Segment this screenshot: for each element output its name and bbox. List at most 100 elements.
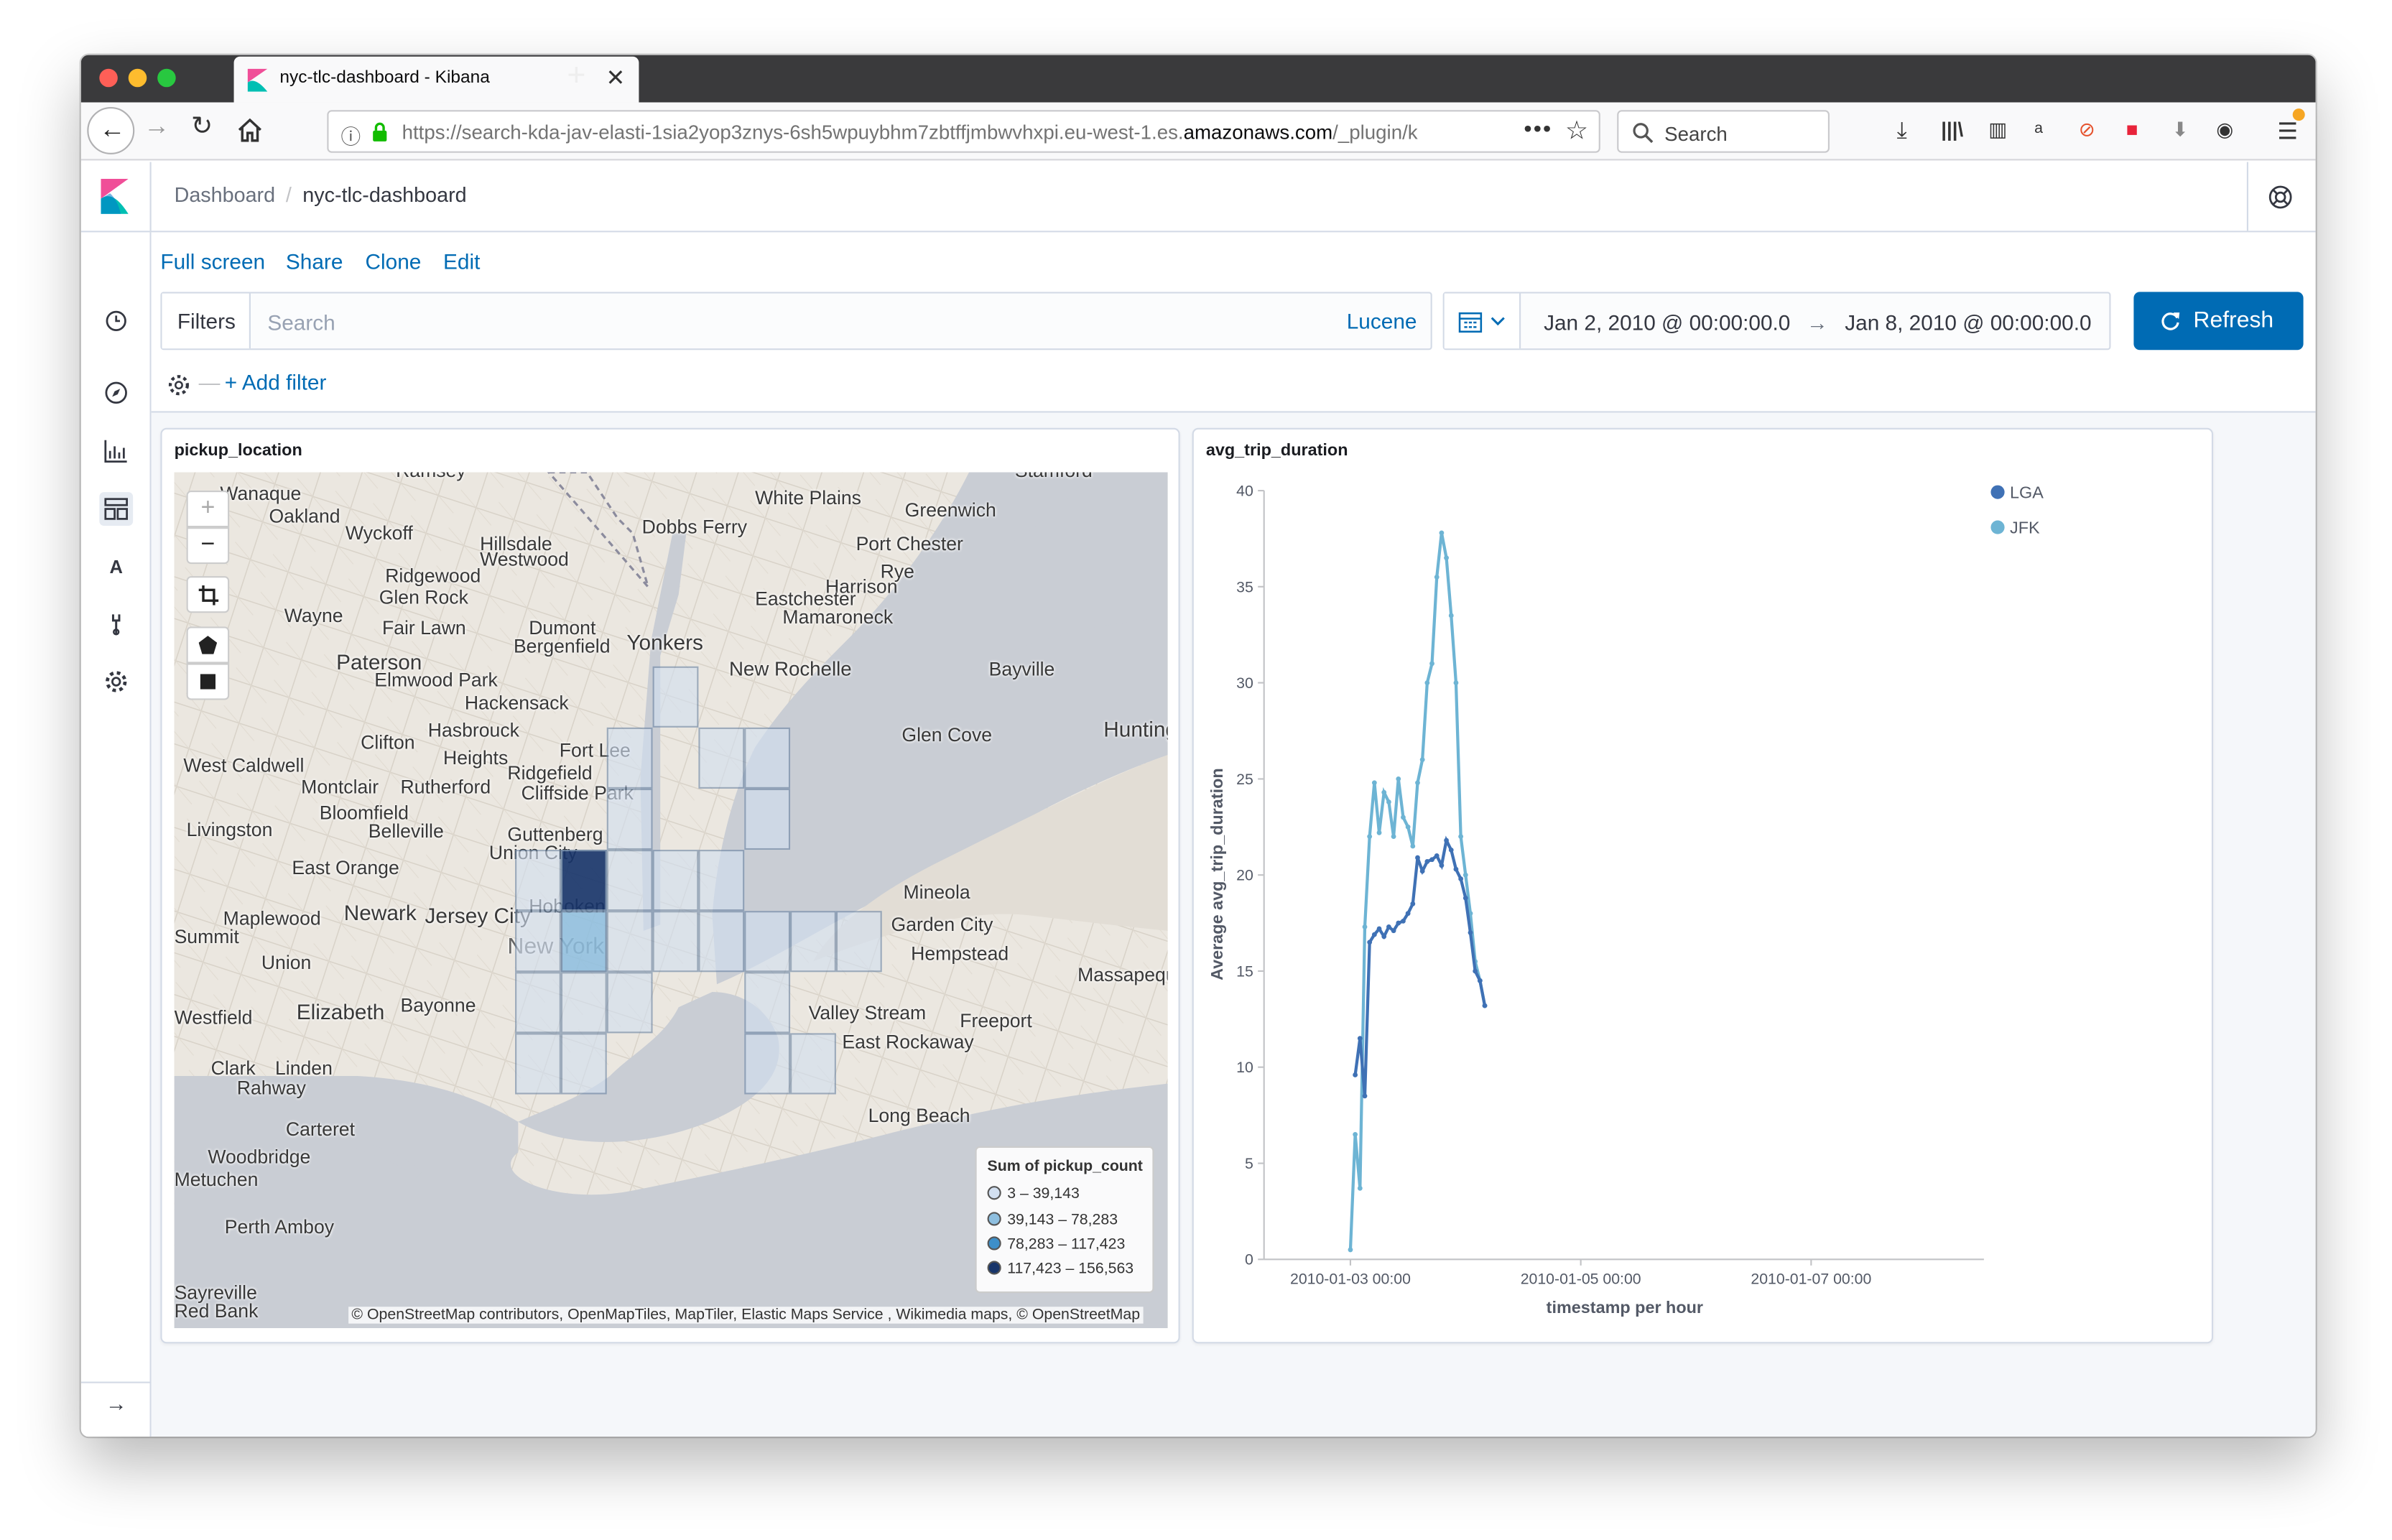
grid-cell[interactable] (560, 850, 607, 912)
map-canvas[interactable]: Ramsey Stamford White Plains Greenwich Oakla… (174, 472, 1168, 1329)
map-attribution[interactable]: © OpenStreetMap contributors, OpenMapTil… (348, 1307, 1144, 1324)
downloads-icon[interactable]: ⤓ (1897, 118, 1907, 144)
place-label: Ramsey (396, 472, 466, 481)
grid-cell[interactable] (515, 1033, 561, 1095)
grid-cell[interactable] (606, 850, 653, 912)
breadcrumb-separator: / (285, 183, 292, 207)
place-label: Port Chester (856, 533, 963, 555)
browser-search-input[interactable]: Search (1617, 110, 1830, 153)
grid-cell[interactable] (515, 972, 561, 1034)
address-bar[interactable]: ⓘ https://search-kda-jav-elasti-1sia2yop… (327, 110, 1600, 153)
map-panel-title: pickup_location (174, 441, 302, 460)
minimize-window-button[interactable] (128, 68, 147, 88)
place-label: Rye (880, 560, 914, 583)
grid-cell[interactable] (515, 850, 561, 912)
map-panel: pickup_location White Plains Greenwich O… (160, 427, 1180, 1344)
amazon-extension-icon[interactable]: a (2034, 121, 2043, 137)
nav-visualize[interactable] (99, 434, 133, 468)
nav-compass[interactable] (99, 376, 133, 409)
refresh-button[interactable]: Refresh (2133, 292, 2304, 351)
start-date[interactable]: Jan 2, 2010 @ 00:00:00.0 (1544, 310, 1790, 335)
query-language-button[interactable]: Lucene (1347, 309, 1417, 333)
data-point (1434, 575, 1440, 580)
zoom-out-icon: − (200, 532, 215, 558)
grid-cell[interactable] (606, 972, 653, 1034)
line-chart[interactable]: 0 5 10 15 20 25 30 35 40 2010-01-03 00:00 2010-01-… (1194, 430, 2215, 1345)
grid-cell[interactable] (606, 788, 653, 850)
zoom-in-button[interactable]: + (186, 491, 230, 528)
library-icon[interactable]: |||\ (1941, 118, 1963, 141)
time-picker[interactable]: Jan 2, 2010 @ 00:00:00.0 → Jan 8, 2010 @… (1442, 292, 2111, 351)
forward-button[interactable]: → (144, 111, 170, 142)
grid-cell[interactable] (652, 911, 699, 973)
query-bar[interactable]: Filters Search Lucene (160, 292, 1432, 351)
edit-link[interactable]: Edit (443, 249, 480, 274)
grid-cell[interactable] (652, 666, 699, 728)
nav-canvas[interactable]: A (99, 550, 133, 584)
header-divider (149, 162, 152, 231)
home-icon[interactable] (237, 118, 263, 142)
account-icon[interactable]: ◉ (2216, 118, 2233, 142)
close-tab-icon[interactable]: ✕ (606, 64, 626, 91)
grid-cell[interactable] (698, 850, 745, 912)
nav-discover[interactable] (99, 304, 133, 338)
nav-management[interactable] (99, 665, 133, 699)
zoom-out-button[interactable]: − (186, 527, 230, 565)
new-tab-button[interactable]: + (567, 58, 585, 95)
data-point (1391, 928, 1396, 934)
grid-cell[interactable] (698, 727, 745, 789)
download-extension-icon[interactable]: ⬇ (2172, 118, 2189, 142)
grid-cell[interactable] (744, 1033, 791, 1095)
grid-cell[interactable] (606, 911, 653, 973)
grid-cell[interactable] (560, 972, 607, 1034)
back-button[interactable]: ← (87, 106, 135, 154)
grid-cell[interactable] (652, 850, 699, 912)
grid-cell[interactable] (744, 911, 791, 973)
grid-cell[interactable] (606, 727, 653, 789)
full-screen-link[interactable]: Full screen (160, 249, 265, 274)
nav-dev-tools[interactable] (99, 607, 133, 641)
help-icon[interactable] (2268, 185, 2293, 209)
fit-bounds-button[interactable] (186, 576, 230, 613)
filter-settings-icon[interactable] (167, 373, 191, 397)
close-window-button[interactable] (99, 68, 118, 88)
grid-cell[interactable] (515, 911, 561, 973)
data-point (1405, 824, 1411, 830)
grid-cell[interactable] (560, 911, 607, 973)
kibana-logo-icon[interactable] (101, 178, 129, 214)
sidebar-icon[interactable]: ▥ (1988, 118, 2007, 142)
grid-cell[interactable] (744, 972, 791, 1034)
pocket-extension-icon[interactable]: ■ (2126, 118, 2138, 141)
info-icon[interactable]: ⓘ (340, 121, 361, 149)
filters-label[interactable]: Filters (162, 293, 251, 349)
place-label: Wayne (284, 605, 343, 627)
grid-cell[interactable] (744, 788, 791, 850)
grid-cell[interactable] (790, 1033, 836, 1095)
grid-cell[interactable] (560, 1033, 607, 1095)
data-point (1419, 868, 1425, 874)
breadcrumb-dashboard[interactable]: Dashboard (175, 183, 276, 206)
reload-button[interactable]: ↻ (191, 111, 213, 142)
end-date[interactable]: Jan 8, 2010 @ 00:00:00.0 (1845, 310, 2091, 335)
data-point (1415, 855, 1420, 861)
bookmark-star-icon[interactable]: ☆ (1565, 116, 1588, 147)
place-label: Fair Lawn (381, 617, 466, 639)
collapse-nav-icon[interactable]: → (106, 1391, 127, 1415)
grid-cell[interactable] (835, 911, 882, 973)
nav-dashboard[interactable] (99, 492, 134, 526)
draw-rectangle-button[interactable] (186, 663, 230, 700)
grid-cell[interactable] (790, 911, 836, 973)
grid-cell[interactable] (698, 911, 745, 973)
add-filter-button[interactable]: + Add filter (225, 370, 327, 394)
page-actions-icon[interactable]: ••• (1524, 116, 1552, 142)
data-point (1381, 934, 1387, 940)
draw-polygon-button[interactable] (186, 626, 230, 664)
blocker-extension-icon[interactable]: ⊘ (2079, 118, 2095, 142)
clone-link[interactable]: Clone (366, 249, 422, 274)
zoom-window-button[interactable] (157, 68, 176, 88)
share-link[interactable]: Share (286, 249, 343, 274)
query-input[interactable]: Search (267, 310, 335, 335)
menu-icon[interactable]: ☰ (2277, 118, 2298, 145)
grid-cell[interactable] (744, 727, 791, 789)
quick-menu-button[interactable] (1444, 293, 1521, 349)
